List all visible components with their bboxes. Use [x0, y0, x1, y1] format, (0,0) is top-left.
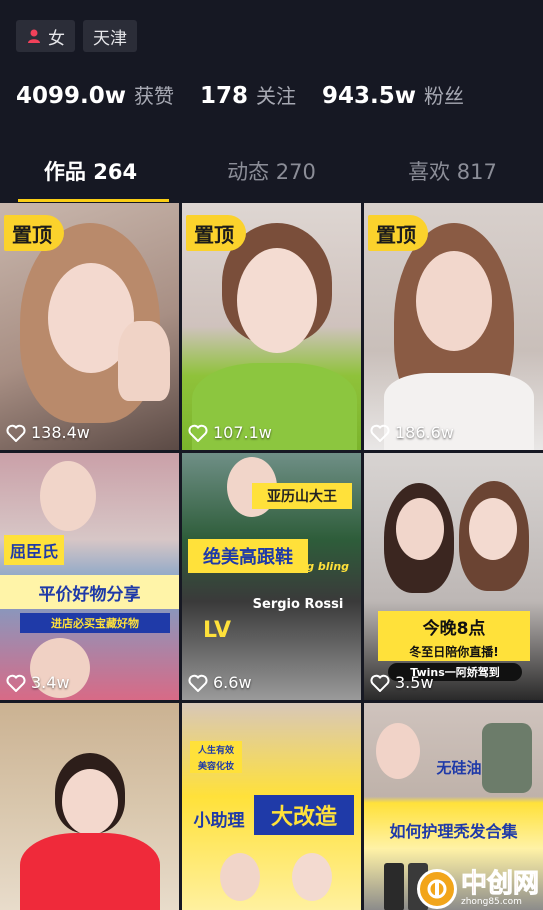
female-icon	[28, 29, 40, 43]
video-thumbnail[interactable]: 今晚8点 冬至日陪你直播! Twins一阿娇驾到 3.5w	[364, 453, 543, 700]
like-count: 186.6w	[370, 423, 454, 442]
stat-likes-label: 获赞	[134, 84, 175, 108]
video-thumbnail[interactable]: 屈臣氏 平价好物分享 进店必买宝藏好物 3.4w	[0, 453, 179, 700]
gender-tag: 女	[16, 20, 75, 52]
like-count-value: 138.4w	[31, 423, 90, 442]
overlay-brand-2: Sergio Rossi	[252, 596, 344, 612]
like-count: 6.6w	[188, 673, 252, 692]
stat-likes-count: 4099.0w	[16, 83, 127, 109]
video-thumbnail[interactable]: 亚历山大王 绝美高跟鞋 bling bling Sergio Rossi LV …	[182, 453, 361, 700]
like-count-value: 107.1w	[213, 423, 272, 442]
overlay-title: 屈臣氏	[4, 535, 64, 565]
overlay-tagline: bling bling	[282, 559, 350, 573]
video-thumbnail-image: 屈臣氏 平价好物分享 进店必买宝藏好物	[0, 453, 179, 700]
overlay-caption: 人生有效	[190, 741, 242, 757]
location-tag: 天津	[83, 20, 137, 52]
like-count-value: 3.5w	[395, 673, 434, 692]
profile-tags: 女 天津	[16, 20, 137, 52]
stat-following[interactable]: 178 关注	[200, 80, 296, 109]
overlay-subtitle: 冬至日陪你直播!	[378, 641, 530, 661]
video-thumbnail[interactable]: 置顶 186.6w	[364, 203, 543, 450]
video-grid: 置顶 138.4w 置顶 107.1w 置顶 186.6w 屈臣氏 平价好物分享…	[0, 203, 543, 910]
like-count-value: 3.4w	[31, 673, 70, 692]
pinned-badge: 置顶	[368, 215, 428, 251]
stat-followers-count: 943.5w	[322, 83, 417, 109]
stat-followers-label: 粉丝	[424, 84, 465, 108]
video-thumbnail[interactable]	[0, 703, 179, 910]
overlay-title-2: 大改造	[254, 795, 354, 835]
pinned-badge: 置顶	[186, 215, 246, 251]
video-thumbnail[interactable]: 置顶 107.1w	[182, 203, 361, 450]
overlay-title: 小助理	[193, 810, 245, 831]
stat-followers[interactable]: 943.5w 粉丝	[322, 80, 464, 109]
heart-icon	[370, 424, 390, 442]
video-thumbnail[interactable]: 置顶 138.4w	[0, 203, 179, 450]
like-count: 138.4w	[6, 423, 90, 442]
heart-icon	[188, 674, 208, 692]
overlay-caption: 进店必买宝藏好物	[20, 613, 170, 633]
overlay-brand: 亚历山大王	[252, 483, 352, 509]
overlay-caption-2: 美容化妆	[190, 757, 242, 773]
like-count-value: 6.6w	[213, 673, 252, 692]
heart-icon	[188, 424, 208, 442]
like-count: 107.1w	[188, 423, 272, 442]
video-thumbnail-image: 人生有效 美容化妆 小助理 大改造	[182, 703, 361, 910]
video-thumbnail-image: 今晚8点 冬至日陪你直播! Twins一阿娇驾到	[364, 453, 543, 700]
heart-icon	[6, 674, 26, 692]
content-tabs: 作品 264 动态 270 喜欢 817	[0, 140, 543, 202]
like-count: 3.4w	[6, 673, 70, 692]
overlay-brand-3: LV	[202, 617, 231, 643]
watermark: 中创网 zhong85.com	[416, 869, 540, 909]
like-count-value: 186.6w	[395, 423, 454, 442]
video-thumbnail[interactable]: 无硅油 如何护理秃发合集 中创网 zhong85.com	[364, 703, 543, 910]
overlay-subtitle: 平价好物分享	[0, 575, 179, 609]
stat-following-label: 关注	[256, 84, 297, 108]
pinned-badge: 置顶	[4, 215, 64, 251]
tab-works[interactable]: 作品 264	[0, 140, 181, 202]
gender-label: 女	[48, 28, 65, 49]
tab-liked[interactable]: 喜欢 817	[362, 140, 543, 202]
video-thumbnail-image	[0, 703, 179, 910]
profile-stats: 4099.0w 获赞 178 关注 943.5w 粉丝	[16, 80, 464, 109]
heart-icon	[370, 674, 390, 692]
video-thumbnail-image: 亚历山大王 绝美高跟鞋 bling bling Sergio Rossi LV	[182, 453, 361, 700]
tab-activity[interactable]: 动态 270	[181, 140, 362, 202]
heart-icon	[6, 424, 26, 442]
video-thumbnail[interactable]: 人生有效 美容化妆 小助理 大改造	[182, 703, 361, 910]
overlay-title: 如何护理秃发合集	[389, 822, 518, 841]
overlay-title: 今晚8点	[378, 611, 530, 641]
watermark-logo-icon	[416, 869, 457, 909]
location-label: 天津	[93, 28, 127, 49]
watermark-text: 中创网	[460, 869, 539, 899]
stat-following-count: 178	[200, 83, 249, 109]
like-count: 3.5w	[370, 673, 434, 692]
stat-likes[interactable]: 4099.0w 获赞	[16, 80, 174, 109]
